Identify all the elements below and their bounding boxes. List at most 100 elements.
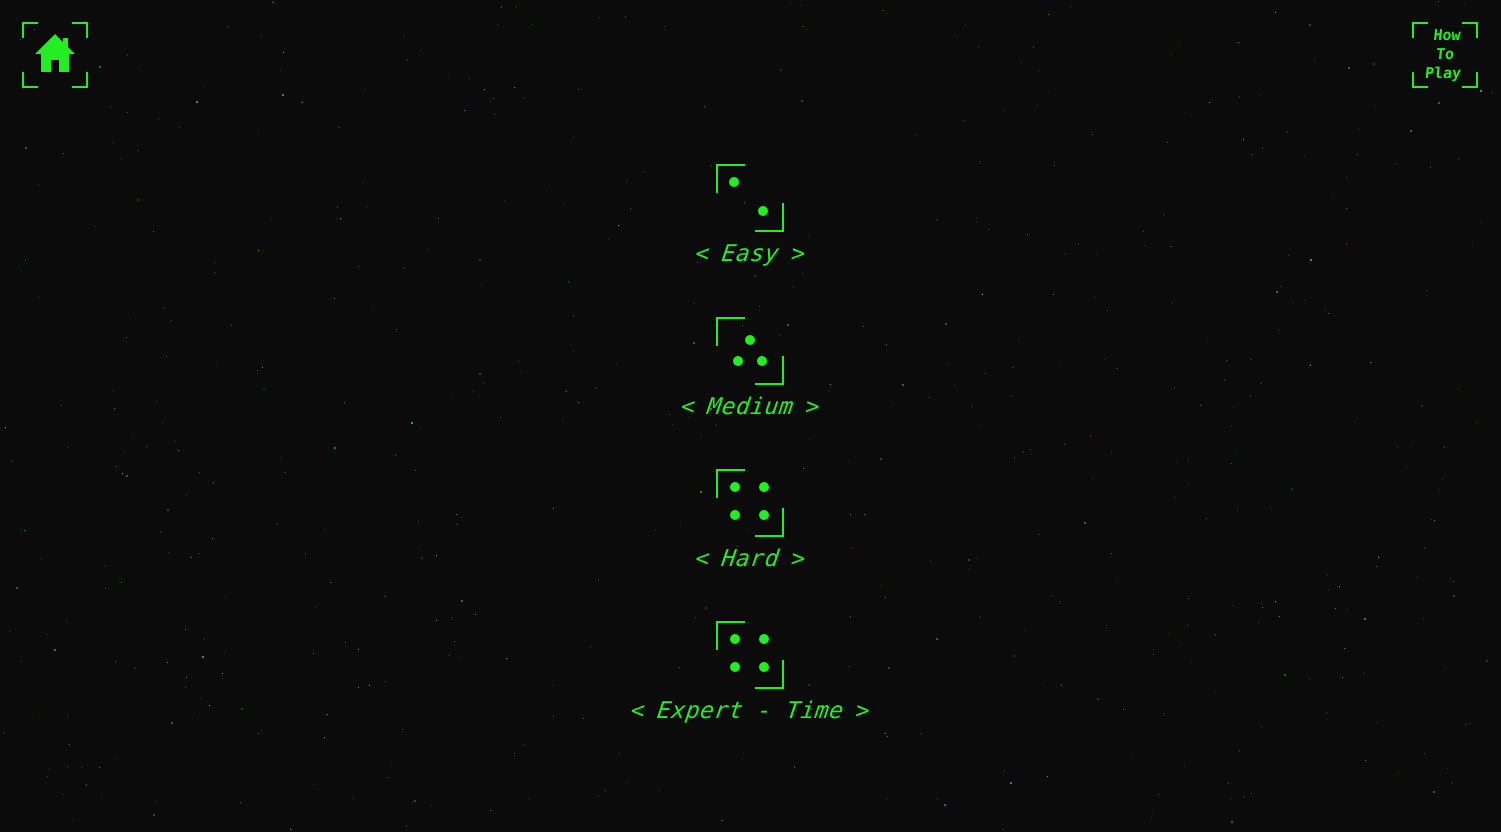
- star: [578, 89, 579, 90]
- star: [1373, 63, 1375, 65]
- star: [978, 46, 979, 47]
- star: [605, 790, 606, 791]
- left-arrow[interactable]: <: [682, 546, 724, 572]
- star: [1047, 776, 1048, 777]
- star: [47, 776, 48, 777]
- left-arrow[interactable]: <: [617, 698, 659, 724]
- star: [1092, 134, 1093, 135]
- star: [1259, 95, 1260, 96]
- level-die-icon: [716, 621, 784, 689]
- star: [963, 120, 964, 121]
- die-pip: [759, 634, 769, 644]
- level-option-expert-time[interactable]: < Expert - Time >: [0, 621, 1501, 761]
- star: [1230, 799, 1231, 800]
- star: [1252, 154, 1253, 155]
- star: [116, 466, 117, 467]
- star: [1398, 772, 1399, 773]
- star: [158, 118, 159, 119]
- die-pip: [758, 206, 768, 216]
- level-option-hard[interactable]: < Hard >: [0, 469, 1501, 609]
- star: [1033, 47, 1034, 48]
- star: [421, 50, 422, 51]
- die-pip: [759, 510, 769, 520]
- star: [493, 98, 494, 99]
- star: [1406, 467, 1407, 468]
- star: [1048, 14, 1049, 15]
- star: [1158, 794, 1159, 795]
- level-die-icon: [716, 164, 784, 232]
- right-arrow[interactable]: >: [842, 698, 884, 724]
- star: [1328, 313, 1329, 314]
- star: [475, 614, 476, 615]
- star: [352, 798, 353, 799]
- star: [956, 37, 957, 38]
- star: [1002, 829, 1003, 830]
- star: [414, 800, 416, 802]
- star: [915, 134, 916, 135]
- star: [1190, 115, 1191, 116]
- home-button[interactable]: [22, 22, 88, 88]
- star: [1010, 782, 1012, 784]
- star: [390, 764, 391, 765]
- star: [1458, 158, 1459, 159]
- left-arrow[interactable]: <: [667, 394, 709, 420]
- star: [1228, 783, 1229, 784]
- die-pip: [757, 356, 767, 366]
- star: [802, 26, 803, 27]
- star: [704, 106, 705, 107]
- star: [99, 767, 100, 768]
- star: [849, 461, 850, 462]
- star: [99, 66, 101, 68]
- star: [240, 802, 241, 803]
- star: [1231, 821, 1233, 823]
- star: [406, 826, 407, 827]
- star: [81, 767, 82, 768]
- right-arrow[interactable]: >: [777, 241, 819, 267]
- star: [1049, 92, 1050, 93]
- star: [163, 307, 164, 308]
- star: [1314, 61, 1315, 62]
- star: [723, 820, 724, 821]
- right-arrow[interactable]: >: [792, 394, 834, 420]
- star: [63, 794, 64, 795]
- star: [1447, 768, 1448, 769]
- star: [202, 85, 203, 86]
- star: [67, 767, 68, 768]
- star: [127, 55, 128, 56]
- star: [49, 768, 50, 769]
- star: [290, 829, 291, 830]
- star: [937, 798, 938, 799]
- star: [800, 4, 801, 5]
- star: [1275, 12, 1276, 13]
- star: [497, 24, 498, 25]
- star: [452, 617, 453, 618]
- star: [882, 10, 883, 11]
- star: [258, 131, 259, 132]
- star: [404, 35, 405, 36]
- left-arrow[interactable]: <: [682, 241, 724, 267]
- level-label-expert-time: < Expert - Time >: [0, 698, 1501, 724]
- level-label-medium: < Medium >: [0, 394, 1501, 420]
- star: [449, 76, 450, 77]
- die-corner: [716, 317, 745, 346]
- star: [501, 7, 502, 8]
- star: [1244, 797, 1245, 798]
- star: [1452, 782, 1453, 783]
- level-label-easy: < Easy >: [0, 241, 1501, 267]
- star: [387, 777, 388, 778]
- star: [20, 39, 21, 40]
- star: [880, 458, 882, 460]
- star: [1238, 42, 1239, 43]
- level-option-medium[interactable]: < Medium >: [0, 317, 1501, 457]
- level-option-easy[interactable]: < Easy >: [0, 164, 1501, 304]
- game-screen: How To Play < Easy > < Medium > < Hard >…: [0, 0, 1501, 832]
- star: [886, 798, 887, 799]
- star: [464, 110, 465, 111]
- star: [364, 89, 365, 90]
- how-to-play-button[interactable]: How To Play: [1412, 22, 1478, 88]
- star: [1209, 102, 1210, 103]
- star: [790, 3, 791, 4]
- star: [850, 616, 851, 617]
- star: [196, 101, 198, 103]
- right-arrow[interactable]: >: [777, 546, 819, 572]
